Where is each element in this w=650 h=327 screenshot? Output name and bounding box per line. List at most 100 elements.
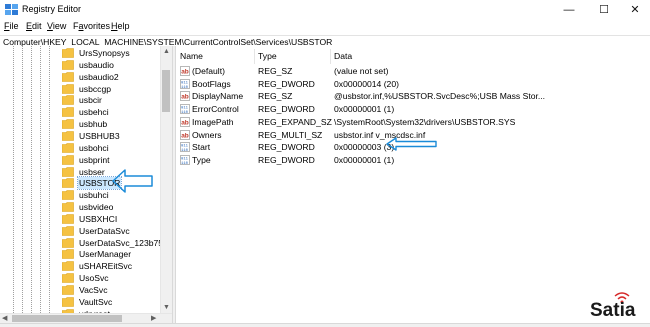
svg-text:110: 110 [181,111,189,114]
tree-item[interactable]: UserManager [62,248,167,260]
tree-item[interactable]: usbcir [62,94,167,106]
tree-item[interactable]: uSHAREitSvc [62,260,167,272]
tree-item-label: usbaudio [79,59,114,70]
value-type: REG_SZ [258,66,293,76]
tree-item-label: usbohci [79,142,109,153]
value-name: BootFlags [192,78,231,89]
svg-text:110: 110 [181,149,189,152]
value-data: \SystemRoot\System32\drivers\USBSTOR.SYS [334,116,516,127]
value-row[interactable]: 011 110 BootFlags REG_DWORD 0x00000014 (20) [176,78,650,90]
tree-item[interactable]: usbohci [62,142,167,154]
value-name: Type [192,154,211,165]
folder-icon [62,285,74,295]
menu-bar: File Edit View Favorites Help [0,20,650,34]
folder-icon [62,71,74,82]
column-divider[interactable] [254,49,255,64]
scroll-down-arrow-icon[interactable]: ▼ [163,304,170,311]
tree-item[interactable]: VacSvc [62,284,167,296]
close-button[interactable]: ✕ [620,0,650,20]
binary-value-icon: 011110 [180,155,190,165]
menu-help[interactable]: Help [111,21,130,31]
value-type: REG_DWORD [258,142,315,153]
folder-icon [62,237,74,248]
folder-icon [62,131,74,141]
value-type: REG_DWORD [258,154,315,165]
tree-item[interactable]: usbhub [62,118,167,130]
status-bar [0,323,650,327]
folder-icon [62,202,74,212]
tree-item[interactable]: UsoSvc [62,272,167,284]
value-type: REG_SZ [258,91,293,102]
value-data: 0x00000014 (20) [334,78,399,89]
tree-item-label: USBHUB3 [79,130,120,141]
tree-item[interactable]: usbehci [62,106,167,118]
tree-hscroll-thumb[interactable] [12,315,122,322]
value-row[interactable]: 011 110 ErrorControl REG_DWORD 0x00000001 (1… [176,103,650,115]
value-data: 0x00000001 (1) [334,104,395,115]
tree-item[interactable]: usbaudio2 [62,71,167,83]
registry-editor-app-icon [5,4,18,15]
tree-item-label: UsoSvc [79,273,109,284]
folder-icon [62,214,74,224]
binary-value-icon: 011110 [180,104,190,114]
folder-icon [62,95,74,106]
binary-value-icon: 011110 [180,142,190,152]
tree-item-label: usbvideo [79,202,114,213]
value-row[interactable]: 011 110 Type REG_DWORD 0x00000001 (1) [176,154,650,166]
column-header-data[interactable]: Data [334,50,352,63]
value-name: ErrorControl [192,104,239,115]
tree-item[interactable]: UrsSynopsys [62,47,167,59]
svg-text:ab: ab [181,69,189,76]
tree-annotation-arrow-icon [112,169,153,193]
value-row[interactable]: ab DisplayName REG_SZ @usbstor.inf,%USBSTOR… [176,90,650,102]
folder-icon [62,249,74,260]
svg-text:110: 110 [181,85,189,88]
tree-scroll-thumb[interactable] [162,70,170,112]
tree-item-label: USBXHCI [79,213,118,224]
column-header-name[interactable]: Name [180,50,203,63]
value-name: DisplayName [192,91,244,102]
value-annotation-arrow-icon [386,137,437,151]
value-name: Owners [192,129,222,140]
value-row[interactable]: ab ImagePath REG_EXPAND_SZ \SystemRoot\Syst… [176,116,650,128]
tree-item-label: UserDataSvc_123b75cd [79,237,173,248]
tree-item[interactable]: USBHUB3 [62,130,167,142]
tree-item[interactable]: usbvideo [62,201,167,213]
scroll-left-arrow-icon[interactable]: ◀ [2,314,7,322]
tree-item-label: usbhub [79,119,108,130]
menu-view[interactable]: View [47,21,66,31]
tree-item[interactable]: usbprint [62,154,167,166]
value-name: (Default) [192,66,225,76]
tree-item[interactable]: UserDataSvc [62,225,167,237]
value-row[interactable]: ab (Default) REG_SZ (value not set) [176,65,650,77]
string-value-icon: ab [180,91,190,102]
menu-file[interactable]: File [4,21,19,31]
folder-icon [62,119,74,129]
folder-icon [62,83,74,94]
tree-item[interactable]: usbccgp [62,83,167,95]
watermark-logo: Satia [590,300,636,321]
column-divider[interactable] [330,49,331,64]
maximize-button[interactable]: ☐ [589,0,619,20]
menu-favorites[interactable]: Favorites [73,21,110,31]
tree-item[interactable]: usbaudio [62,59,167,71]
column-header-type[interactable]: Type [258,50,277,63]
menu-edit[interactable]: Edit [26,21,42,31]
tree-item-label: usbser [79,166,105,177]
tree-item-label: usbcir [79,95,102,106]
tree-item[interactable]: VaultSvc [62,296,167,308]
scroll-up-arrow-icon[interactable]: ▲ [163,48,170,55]
title-bar: Registry Editor — ☐ ✕ [0,0,650,20]
tree-item[interactable]: UserDataSvc_123b75cd [62,237,172,249]
folder-icon [62,297,74,307]
folder-icon [62,142,74,153]
svg-text:110: 110 [181,162,189,165]
tree-item-label: VacSvc [79,285,108,295]
minimize-button[interactable]: — [554,0,584,20]
values-pane: Name Type Data ab (Default) REG_SZ (value n… [176,46,650,323]
tree-item[interactable]: USBXHCI [62,213,167,225]
tree-item-label: usbuhci [79,190,109,201]
scroll-right-arrow-icon[interactable]: ▶ [151,314,156,322]
folder-icon [62,154,74,165]
value-name: ImagePath [192,116,234,127]
